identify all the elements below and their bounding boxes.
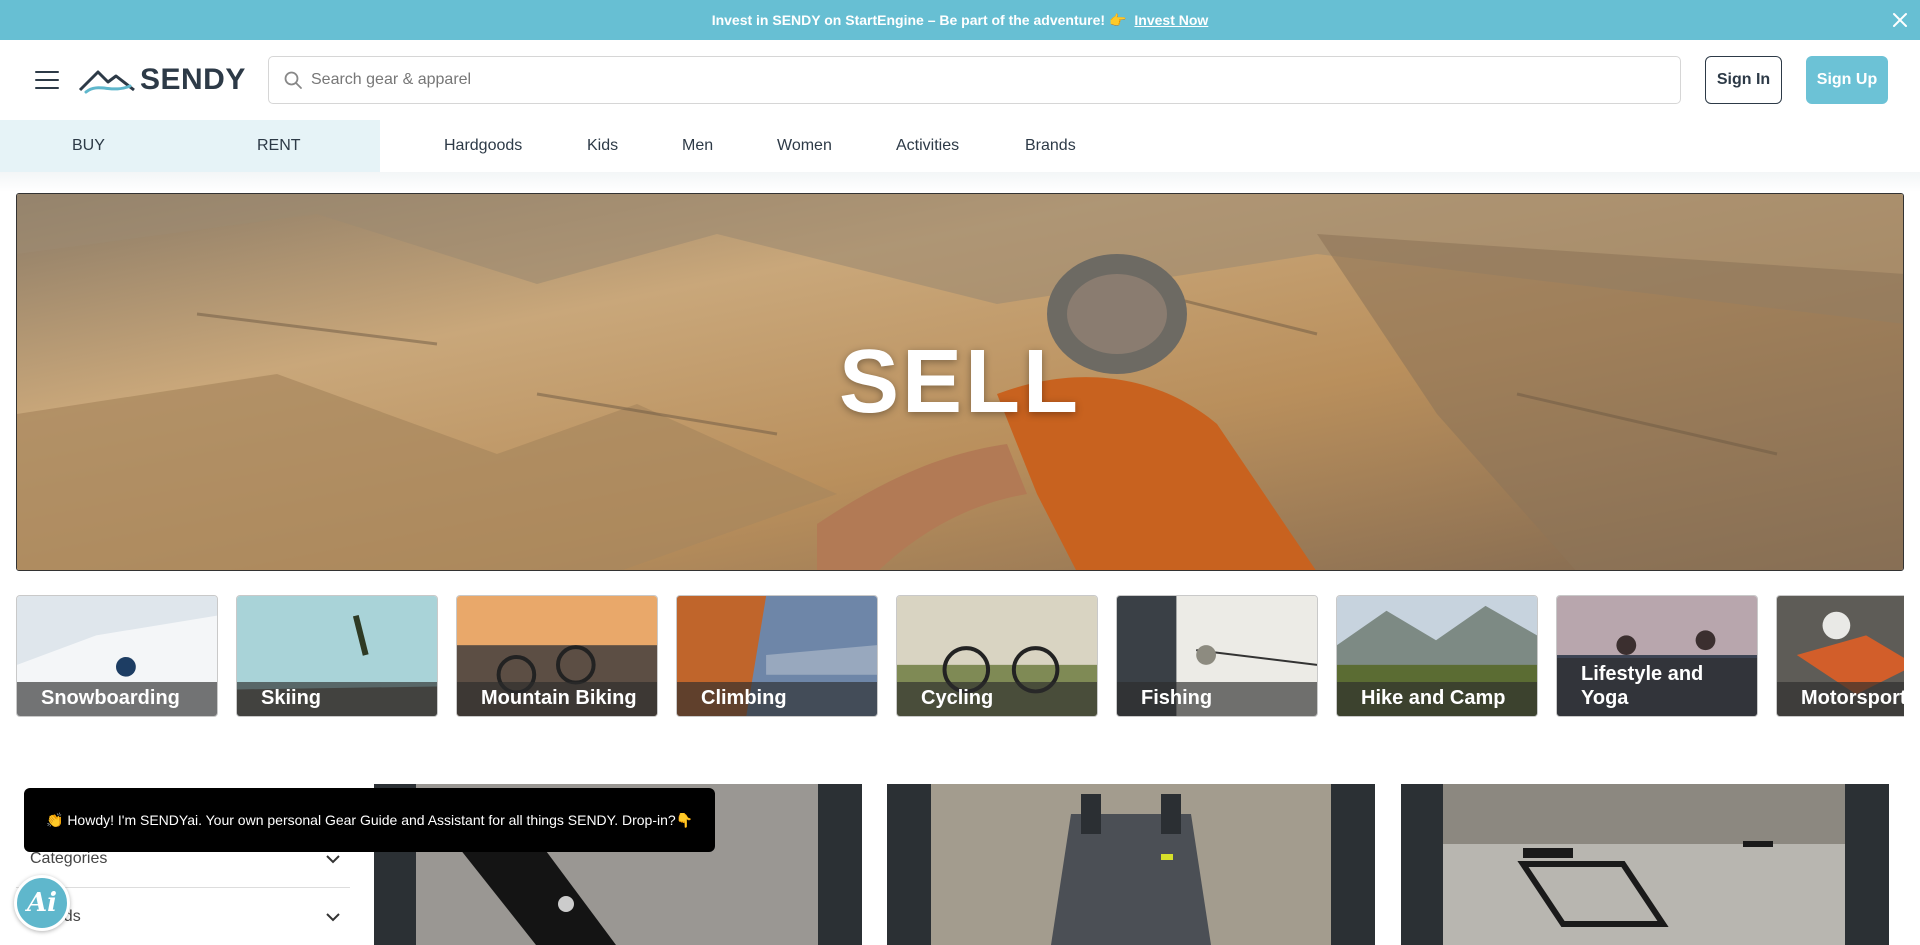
- activity-tile-motorsports[interactable]: Motorsports: [1776, 595, 1904, 717]
- hero-title: SELL: [838, 331, 1081, 432]
- activity-tile-mountain-biking[interactable]: Mountain Biking: [456, 595, 658, 717]
- chevron-down-icon: [326, 855, 340, 864]
- activity-tile-snowboarding[interactable]: Snowboarding: [16, 595, 218, 717]
- chevron-down-icon: [326, 913, 340, 922]
- tile-label: Motorsports: [1777, 682, 1904, 716]
- tile-label: Skiing: [237, 682, 437, 716]
- tile-label: Climbing: [677, 682, 877, 716]
- nav-link-activities[interactable]: Activities: [896, 120, 959, 172]
- close-banner-button[interactable]: [1886, 6, 1914, 34]
- search-icon: [284, 71, 302, 89]
- search-bar[interactable]: [268, 56, 1681, 104]
- nav-link-kids[interactable]: Kids: [587, 120, 618, 172]
- main-nav: BUY RENT Hardgoods Kids Men Women Activi…: [0, 120, 1920, 172]
- ai-assistant-button[interactable]: Ai: [14, 875, 70, 931]
- tile-label: Snowboarding: [17, 682, 217, 716]
- sendy-logo[interactable]: SENDY: [78, 62, 246, 98]
- tile-label: Lifestyle and Yoga: [1557, 658, 1757, 716]
- product-card[interactable]: [1401, 784, 1889, 945]
- hero-banner[interactable]: SELL: [16, 193, 1904, 571]
- activity-tile-climbing[interactable]: Climbing: [676, 595, 878, 717]
- promo-text: Invest in SENDY on StartEngine – Be part…: [711, 11, 1127, 28]
- mode-tabs: BUY RENT: [0, 120, 380, 172]
- tab-buy[interactable]: BUY: [72, 120, 105, 172]
- tile-label: Cycling: [897, 682, 1097, 716]
- ai-sparkle-icon: Ai: [26, 888, 58, 918]
- nav-link-women[interactable]: Women: [777, 120, 832, 172]
- activity-tile-hike-and-camp[interactable]: Hike and Camp: [1336, 595, 1538, 717]
- activity-tile-cycling[interactable]: Cycling: [896, 595, 1098, 717]
- nav-link-brands[interactable]: Brands: [1025, 120, 1076, 172]
- tab-rent[interactable]: RENT: [257, 120, 301, 172]
- activity-tile-skiing[interactable]: Skiing: [236, 595, 438, 717]
- invest-now-link[interactable]: Invest Now: [1134, 12, 1208, 28]
- tile-label: Fishing: [1117, 682, 1317, 716]
- nav-link-men[interactable]: Men: [682, 120, 713, 172]
- menu-button[interactable]: [34, 67, 60, 93]
- close-icon: [1893, 13, 1907, 27]
- product-image-bike: [1443, 784, 1845, 945]
- nav-shadow: [0, 172, 1920, 192]
- activity-tile-fishing[interactable]: Fishing: [1116, 595, 1318, 717]
- hamburger-icon: [35, 71, 59, 89]
- product-card[interactable]: [887, 784, 1375, 945]
- chat-message: 👏 Howdy! I'm SENDYai. Your own personal …: [46, 811, 694, 828]
- activity-tile-lifestyle-and-yoga[interactable]: Lifestyle and Yoga: [1556, 595, 1758, 717]
- sign-in-button[interactable]: Sign In: [1705, 56, 1782, 104]
- logo-text: SENDY: [140, 63, 246, 96]
- product-image-bibs: [931, 784, 1331, 945]
- sign-up-button[interactable]: Sign Up: [1806, 56, 1888, 104]
- tile-label: Hike and Camp: [1337, 682, 1537, 716]
- site-header: SENDY Sign In Sign Up: [0, 40, 1920, 120]
- promo-banner: Invest in SENDY on StartEngine – Be part…: [0, 0, 1920, 40]
- nav-link-hardgoods[interactable]: Hardgoods: [444, 120, 522, 172]
- filter-label: Categories: [30, 849, 108, 867]
- activity-carousel: Snowboarding Skiing Mountain Biking Clim…: [16, 594, 1904, 718]
- tile-label: Mountain Biking: [457, 682, 657, 716]
- search-input[interactable]: [311, 71, 1639, 89]
- mountain-logo-icon: [78, 70, 135, 94]
- chat-greeting-bubble[interactable]: 👏 Howdy! I'm SENDYai. Your own personal …: [24, 788, 715, 852]
